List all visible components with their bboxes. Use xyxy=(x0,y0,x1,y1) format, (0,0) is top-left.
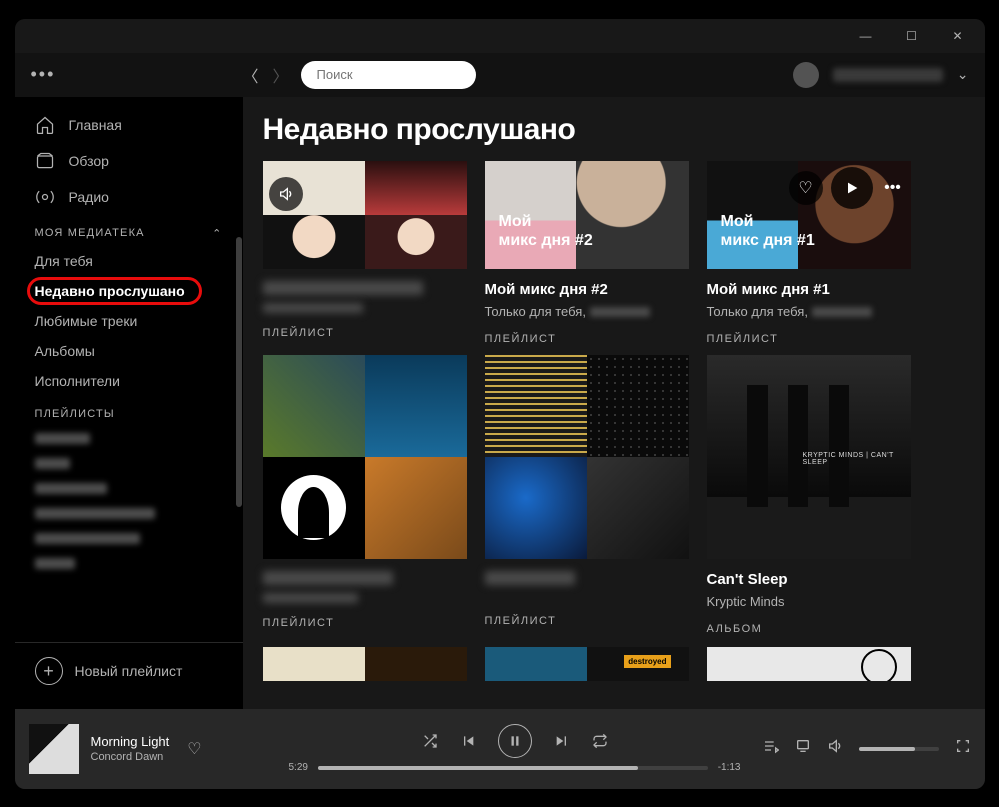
app-menu-button[interactable]: ••• xyxy=(31,64,231,85)
playlist-item[interactable] xyxy=(15,451,243,476)
playlists-header: ПЛЕЙЛИСТЫ xyxy=(15,396,243,426)
user-menu-chevron[interactable]: ⌄ xyxy=(957,66,969,83)
player-bar: Morning Light Concord Dawn ♡ 5:29 -1:13 xyxy=(15,709,985,789)
playlist-item[interactable] xyxy=(15,426,243,451)
nav-home-label: Главная xyxy=(69,117,122,133)
card-playlist-1[interactable]: ПЛЕЙЛИСТ xyxy=(263,161,467,345)
playlist-item[interactable] xyxy=(15,476,243,501)
remaining-time: -1:13 xyxy=(718,762,741,773)
library-collapse-chevron[interactable]: ⌃ xyxy=(212,227,222,240)
progress-bar[interactable] xyxy=(318,766,708,770)
user-avatar[interactable] xyxy=(793,62,819,88)
playlist-item[interactable] xyxy=(15,526,243,551)
library-header: МОЯ МЕДИАТЕКА ⌃ xyxy=(15,215,243,246)
cover-text: Моймикс дня #2 xyxy=(499,212,593,250)
like-button[interactable]: ♡ xyxy=(789,171,823,205)
nav-back[interactable]: 〈 xyxy=(243,63,259,87)
nav-browse[interactable]: Обзор xyxy=(15,143,243,179)
devices-button[interactable] xyxy=(795,738,811,759)
card-partial[interactable]: destroyed xyxy=(485,647,689,681)
playlist-item[interactable] xyxy=(15,551,243,576)
play-button[interactable] xyxy=(831,167,873,209)
queue-button[interactable] xyxy=(763,738,779,759)
now-playing-art[interactable] xyxy=(29,724,79,774)
volume-slider[interactable] xyxy=(859,747,939,751)
card-kind: АЛЬБОМ xyxy=(707,623,911,635)
app-window: — ☐ ✕ ••• 〈 〉 ⌄ Главная Обзор xyxy=(15,19,985,789)
new-playlist-button[interactable]: + Новый плейлист xyxy=(15,642,243,699)
card-subtitle: Только для тебя, xyxy=(485,304,689,319)
new-playlist-label: Новый плейлист xyxy=(75,663,183,679)
card-kind: ПЛЕЙЛИСТ xyxy=(485,615,689,627)
card-title: Мой микс дня #1 xyxy=(707,281,911,298)
card-subtitle: Только для тебя, xyxy=(707,304,911,319)
radio-icon xyxy=(35,187,55,207)
repeat-button[interactable] xyxy=(592,733,608,749)
elapsed-time: 5:29 xyxy=(289,762,308,773)
card-album-cant-sleep[interactable]: KRYPTIC MINDS | CAN'T SLEEP Can't Sleep … xyxy=(707,355,911,635)
window-minimize[interactable]: — xyxy=(843,19,889,53)
username xyxy=(833,68,943,82)
window-maximize[interactable]: ☐ xyxy=(889,19,935,53)
nav-forward[interactable]: 〉 xyxy=(273,63,289,87)
browse-icon xyxy=(35,151,55,171)
plus-icon: + xyxy=(35,657,63,685)
window-close[interactable]: ✕ xyxy=(935,19,981,53)
card-title: Мой микс дня #2 xyxy=(485,281,689,298)
card-partial[interactable] xyxy=(707,647,911,681)
sidebar: Главная Обзор Радио МОЯ МЕДИАТЕКА ⌃ Для … xyxy=(15,97,243,709)
nav-home[interactable]: Главная xyxy=(15,107,243,143)
lib-liked-songs[interactable]: Любимые треки xyxy=(15,306,243,336)
page-title: Недавно прослушано xyxy=(263,113,965,147)
search-field[interactable] xyxy=(301,61,476,89)
like-track-button[interactable]: ♡ xyxy=(187,739,201,759)
shuffle-button[interactable] xyxy=(422,733,438,749)
fullscreen-button[interactable] xyxy=(955,738,971,759)
cover-text: Моймикс дня #1 xyxy=(721,212,815,250)
sound-icon xyxy=(269,177,303,211)
card-playlist-5[interactable]: ПЛЕЙЛИСТ xyxy=(485,355,689,635)
card-mix-1[interactable]: Моймикс дня #1 ♡ ••• Мой микс дня #1 Тол… xyxy=(707,161,911,345)
topbar: ••• 〈 〉 ⌄ xyxy=(15,53,985,97)
more-button[interactable]: ••• xyxy=(881,171,905,205)
nav-radio-label: Радио xyxy=(69,189,109,205)
library-header-text: МОЯ МЕДИАТЕКА xyxy=(35,227,145,239)
card-kind: ПЛЕЙЛИСТ xyxy=(263,617,467,629)
nav-radio[interactable]: Радио xyxy=(15,179,243,215)
card-kind: ПЛЕЙЛИСТ xyxy=(263,327,467,339)
card-playlist-4[interactable]: ПЛЕЙЛИСТ xyxy=(263,355,467,635)
lib-albums[interactable]: Альбомы xyxy=(15,336,243,366)
volume-icon[interactable] xyxy=(827,738,843,759)
lib-recently-played[interactable]: Недавно прослушано xyxy=(15,276,243,306)
album-cover-text: KRYPTIC MINDS | CAN'T SLEEP xyxy=(803,452,905,554)
nav-browse-label: Обзор xyxy=(69,153,109,169)
now-playing-artist[interactable]: Concord Dawn xyxy=(91,751,170,763)
card-title: Can't Sleep xyxy=(707,571,911,588)
now-playing-title[interactable]: Morning Light xyxy=(91,734,170,749)
search-input[interactable] xyxy=(317,67,493,82)
playlist-item[interactable] xyxy=(15,501,243,526)
card-kind: ПЛЕЙЛИСТ xyxy=(485,333,689,345)
card-mix-2[interactable]: Моймикс дня #2 Мой микс дня #2 Только дл… xyxy=(485,161,689,345)
home-icon xyxy=(35,115,55,135)
titlebar: — ☐ ✕ xyxy=(15,19,985,53)
lib-artists[interactable]: Исполнители xyxy=(15,366,243,396)
pause-button[interactable] xyxy=(498,724,532,758)
card-kind: ПЛЕЙЛИСТ xyxy=(707,333,911,345)
previous-button[interactable] xyxy=(460,733,476,749)
main-content: Недавно прослушано ПЛЕЙЛИСТ xyxy=(243,97,985,709)
next-button[interactable] xyxy=(554,733,570,749)
lib-for-you[interactable]: Для тебя xyxy=(15,246,243,276)
playlists-header-text: ПЛЕЙЛИСТЫ xyxy=(35,408,115,420)
card-partial[interactable] xyxy=(263,647,467,681)
card-subtitle: Kryptic Minds xyxy=(707,594,911,609)
